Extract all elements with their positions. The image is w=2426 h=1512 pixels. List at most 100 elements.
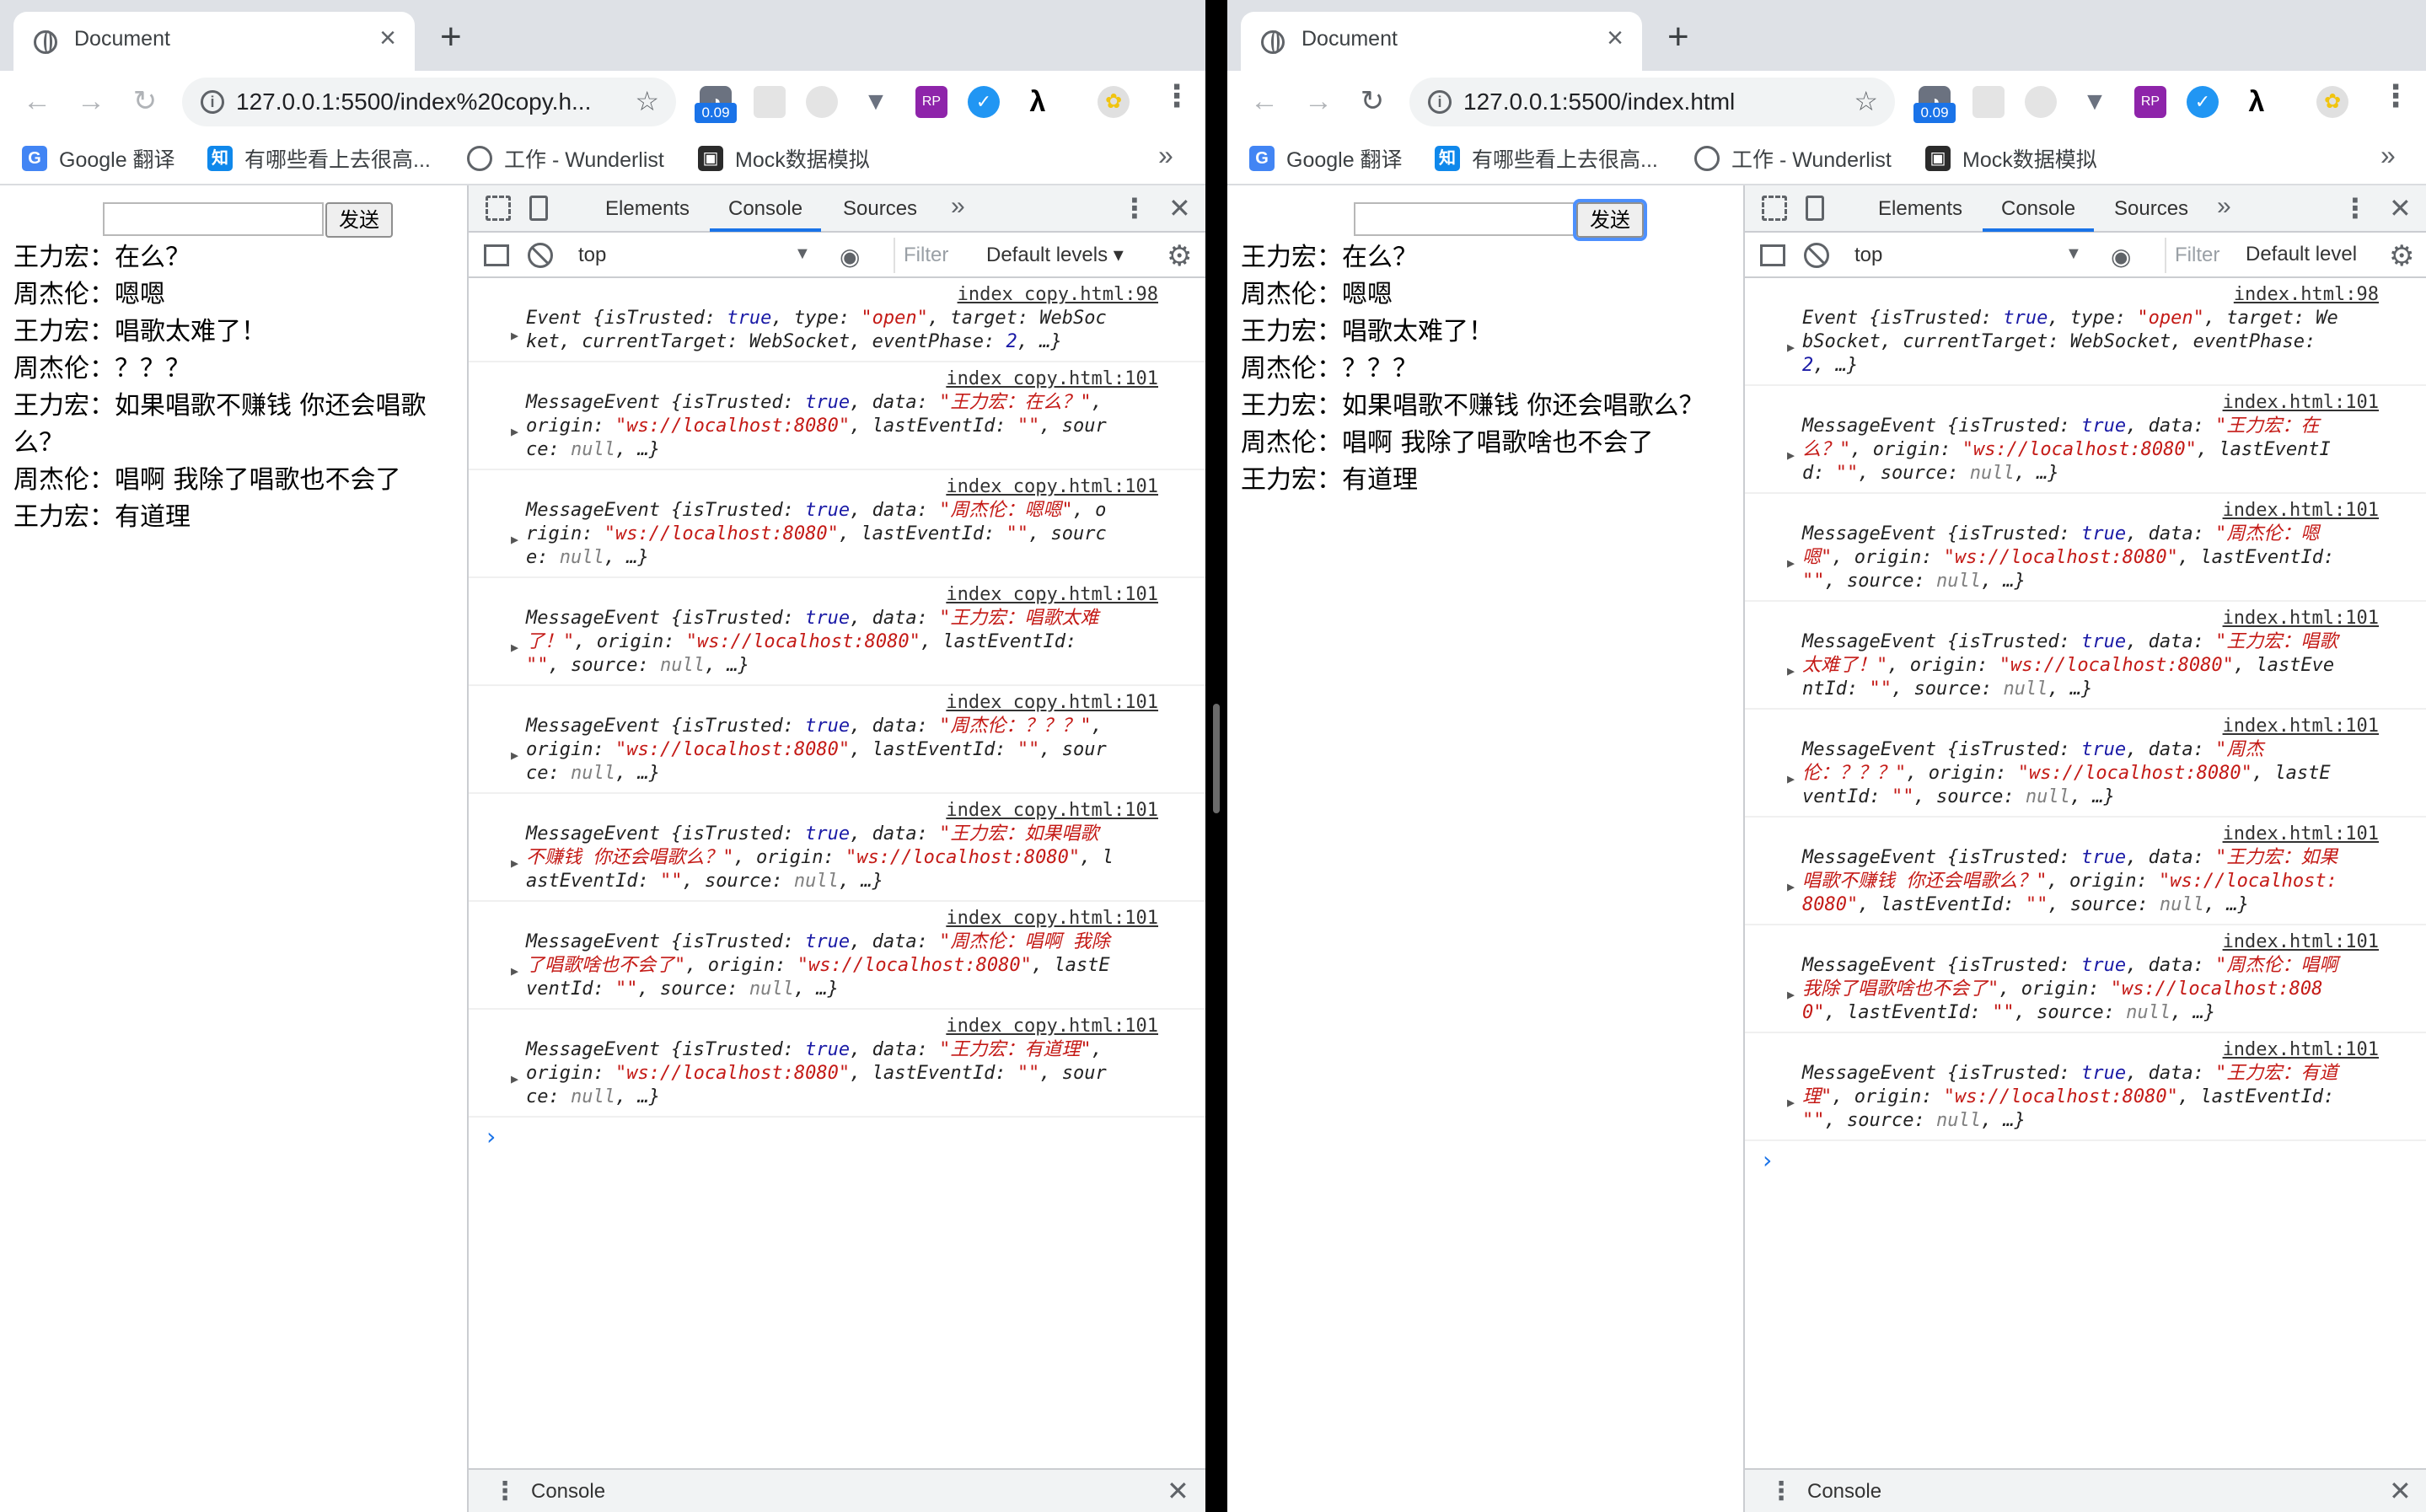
console-log-entry[interactable]: index copy.html:101 ▶ MessageEvent {isTrus… <box>469 902 1205 1010</box>
console-prompt[interactable]: › <box>1745 1141 2426 1175</box>
drawer-title[interactable]: Console <box>1807 1480 1881 1504</box>
more-tabs-icon[interactable]: » <box>2217 192 2231 221</box>
tab-sources[interactable]: Sources <box>2114 197 2188 221</box>
bookmark-mock[interactable]: ▣ Mock数据模拟 <box>1925 142 2097 175</box>
forward-icon[interactable]: → <box>1300 83 1337 120</box>
console-log-entry[interactable]: index.html:101 ▶ MessageEvent {isTrusted: … <box>1745 386 2426 494</box>
devtools-close-icon[interactable]: ✕ <box>2389 192 2412 224</box>
console-log-entry[interactable]: index copy.html:101 ▶ MessageEvent {isTrus… <box>469 686 1205 794</box>
gear-icon[interactable]: ⚙ <box>2389 239 2414 273</box>
devtools-close-icon[interactable]: ✕ <box>1168 192 1191 224</box>
devtools-menu-icon[interactable]: ⋮ <box>1121 192 1148 224</box>
expand-arrow-icon[interactable]: ▶ <box>511 959 518 983</box>
console-log-entry[interactable]: index.html:101 ▶ MessageEvent {isTrusted: … <box>1745 1033 2426 1141</box>
tab-elements[interactable]: Elements <box>1878 197 1962 221</box>
drawer-menu-icon[interactable]: ⋮ <box>1769 1477 1794 1506</box>
eye-icon[interactable]: ◉ <box>2111 243 2131 271</box>
new-tab-icon[interactable]: + <box>440 19 462 56</box>
log-source-link[interactable]: index copy.html:101 <box>469 799 1205 823</box>
back-icon[interactable]: ← <box>19 83 56 120</box>
expand-arrow-icon[interactable]: ▶ <box>1787 551 1795 575</box>
device-toolbar-icon[interactable] <box>1806 196 1824 221</box>
log-source-link[interactable]: index.html:101 <box>1745 930 2426 954</box>
expand-arrow-icon[interactable]: ▶ <box>511 635 518 659</box>
address-bar[interactable]: i 127.0.0.1:5500/index.html ☆ <box>1409 78 1895 126</box>
expand-arrow-icon[interactable]: ▶ <box>511 1067 518 1091</box>
gear-icon[interactable]: ⚙ <box>1167 239 1192 273</box>
console-log-entry[interactable]: index copy.html:98 ▶ Event {isTrusted: tru… <box>469 278 1205 362</box>
log-source-link[interactable]: index copy.html:101 <box>469 1015 1205 1038</box>
tab-console[interactable]: Console <box>2001 197 2075 221</box>
bookmark-google-translate[interactable]: G Google 翻译 <box>22 142 175 175</box>
log-levels-dropdown[interactable]: Default level <box>2246 243 2357 266</box>
devtools-menu-icon[interactable]: ⋮ <box>2342 192 2369 224</box>
send-button[interactable]: 发送 <box>1573 199 1647 241</box>
reload-icon[interactable]: ↻ <box>126 83 164 120</box>
bookmark-mock[interactable]: ▣ Mock数据模拟 <box>698 142 870 175</box>
check-extension-icon[interactable]: ✓ <box>968 86 1000 118</box>
message-input[interactable] <box>1354 202 1575 236</box>
log-source-link[interactable]: index.html:101 <box>1745 1038 2426 1062</box>
drawer-menu-icon[interactable]: ⋮ <box>492 1477 518 1506</box>
expand-arrow-icon[interactable]: ▶ <box>1787 335 1795 359</box>
inspect-element-icon[interactable] <box>486 196 511 221</box>
expand-arrow-icon[interactable]: ▶ <box>1787 659 1795 683</box>
vue-extension-icon[interactable]: ▼ <box>2079 86 2111 118</box>
expand-arrow-icon[interactable]: ▶ <box>511 851 518 875</box>
device-toolbar-icon[interactable] <box>529 196 548 221</box>
tab-close-icon[interactable]: × <box>1607 24 1624 52</box>
console-log-entry[interactable]: index.html:98 ▶ Event {isTrusted: true, ty… <box>1745 278 2426 386</box>
bookmark-wunderlist[interactable]: 工作 - Wunderlist <box>1694 142 1892 175</box>
console-log-entry[interactable]: index copy.html:101 ▶ MessageEvent {isTrus… <box>469 794 1205 902</box>
send-button[interactable]: 发送 <box>325 202 393 238</box>
bookmark-google-translate[interactable]: G Google 翻译 <box>1249 142 1403 175</box>
drawer-close-icon[interactable]: ✕ <box>2389 1475 2412 1507</box>
lambda-extension-icon[interactable]: λ <box>2241 86 2273 118</box>
console-log-entry[interactable]: index copy.html:101 ▶ MessageEvent {isTrus… <box>469 578 1205 686</box>
bookmarks-overflow-icon[interactable]: » <box>2380 140 2396 171</box>
browser-tab[interactable]: Document × <box>13 12 415 71</box>
tab-sources[interactable]: Sources <box>843 197 917 221</box>
lambda-extension-icon[interactable]: λ <box>1022 86 1054 118</box>
more-tabs-icon[interactable]: » <box>951 192 965 221</box>
console-sidebar-icon[interactable] <box>484 244 509 266</box>
expand-arrow-icon[interactable]: ▶ <box>1787 983 1795 1006</box>
expand-arrow-icon[interactable]: ▶ <box>1787 1091 1795 1114</box>
filter-input[interactable]: Filter <box>2165 238 2241 273</box>
console-log-entry[interactable]: index.html:101 ▶ MessageEvent {isTrusted: … <box>1745 818 2426 925</box>
face-extension-icon[interactable] <box>2025 86 2057 118</box>
bookmark-zhihu[interactable]: 知 有哪些看上去很高... <box>1435 142 1658 175</box>
console-log-entry[interactable]: index.html:101 ▶ MessageEvent {isTrusted: … <box>1745 494 2426 602</box>
message-input[interactable] <box>103 202 324 236</box>
bookmark-star-icon[interactable]: ☆ <box>1854 85 1878 117</box>
tab-elements[interactable]: Elements <box>605 197 690 221</box>
context-selector[interactable]: top <box>1854 239 1882 271</box>
log-source-link[interactable]: index copy.html:101 <box>469 583 1205 607</box>
bookmark-wunderlist[interactable]: 工作 - Wunderlist <box>467 142 664 175</box>
log-source-link[interactable]: index copy.html:98 <box>469 283 1205 307</box>
address-bar[interactable]: i 127.0.0.1:5500/index%20copy.h... ☆ <box>182 78 676 126</box>
divider-handle[interactable] <box>1213 704 1220 813</box>
info-icon[interactable]: i <box>201 90 224 114</box>
face-extension-icon[interactable] <box>806 86 838 118</box>
browser-menu-icon[interactable]: ⋮ <box>2380 81 2411 111</box>
check-extension-icon[interactable]: ✓ <box>2187 86 2219 118</box>
tab-console[interactable]: Console <box>728 197 802 221</box>
rp-extension-icon[interactable]: RP <box>2134 86 2166 118</box>
log-source-link[interactable]: index copy.html:101 <box>469 367 1205 391</box>
console-log-entry[interactable]: index.html:101 ▶ MessageEvent {isTrusted: … <box>1745 602 2426 710</box>
log-source-link[interactable]: index.html:101 <box>1745 391 2426 415</box>
log-source-link[interactable]: index copy.html:101 <box>469 691 1205 715</box>
log-source-link[interactable]: index copy.html:101 <box>469 475 1205 499</box>
log-source-link[interactable]: index.html:101 <box>1745 715 2426 738</box>
filter-input[interactable]: Filter <box>894 238 998 273</box>
console-log-entry[interactable]: index.html:101 ▶ MessageEvent {isTrusted: … <box>1745 710 2426 818</box>
clear-console-icon[interactable] <box>528 243 553 268</box>
expand-arrow-icon[interactable]: ▶ <box>1787 875 1795 898</box>
console-sidebar-icon[interactable] <box>1760 244 1785 266</box>
console-log-entry[interactable]: index copy.html:101 ▶ MessageEvent {isTrus… <box>469 1010 1205 1118</box>
grid-extension-icon[interactable] <box>754 86 786 118</box>
browser-menu-icon[interactable]: ⋮ <box>1162 81 1192 111</box>
bookmark-star-icon[interactable]: ☆ <box>635 85 659 117</box>
expand-arrow-icon[interactable]: ▶ <box>1787 443 1795 467</box>
